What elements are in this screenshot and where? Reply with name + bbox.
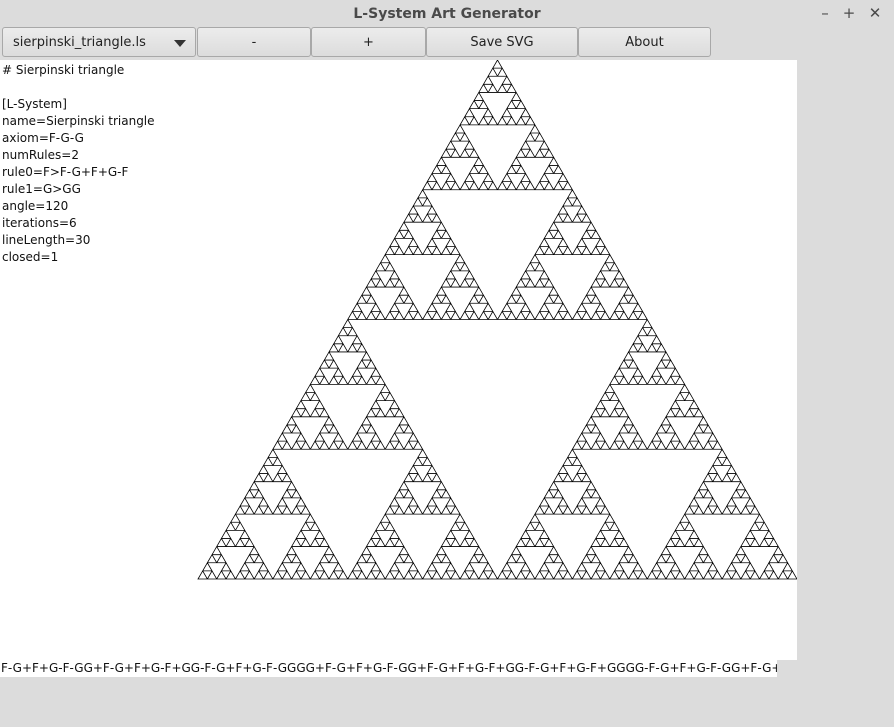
- close-icon[interactable]: ✕: [866, 4, 884, 22]
- fractal-path: [197, 60, 797, 580]
- save-svg-button[interactable]: Save SVG: [426, 27, 578, 57]
- lstring-status-bar: F-G+F+G-F-GG+F-G+F+G-F+GG-F-G+F+G-F-GGGG…: [0, 660, 777, 677]
- drawing-canvas: # Sierpinski triangle [L-System] name=Sier…: [0, 60, 797, 660]
- window-title: L-System Art Generator: [353, 6, 541, 22]
- toolbar: sierpinski_triangle.ls - + Save SVG Abou…: [0, 27, 894, 59]
- generated-lstring: F-G+F+G-F-GG+F-G+F+G-F+GG-F-G+F+G-F-GGGG…: [1, 661, 777, 675]
- chevron-down-icon: [174, 40, 186, 47]
- sierpinski-fractal: [197, 60, 797, 580]
- decrease-iterations-button[interactable]: -: [197, 27, 311, 57]
- increase-iterations-button[interactable]: +: [311, 27, 426, 57]
- title-bar: L-System Art Generator – + ✕: [0, 0, 894, 28]
- file-select-dropdown[interactable]: sierpinski_triangle.ls: [2, 27, 196, 57]
- minimize-icon[interactable]: –: [816, 4, 834, 22]
- file-select-value: sierpinski_triangle.ls: [13, 35, 146, 50]
- maximize-icon[interactable]: +: [840, 4, 858, 22]
- about-button[interactable]: About: [578, 27, 711, 57]
